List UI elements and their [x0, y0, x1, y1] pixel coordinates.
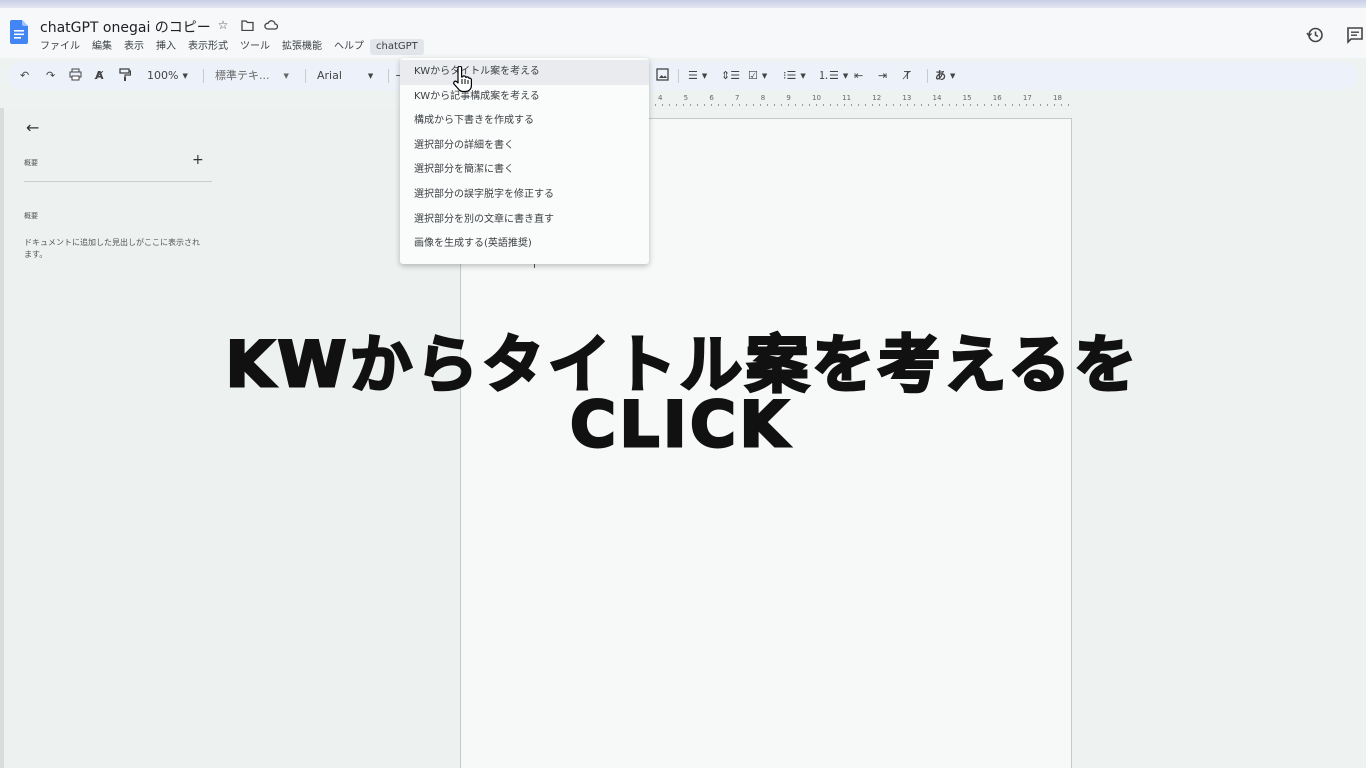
back-arrow-icon[interactable]: ←	[26, 118, 39, 137]
chevron-down-icon: ▼	[283, 72, 289, 80]
toolbar-divider	[203, 69, 204, 83]
decrease-indent-icon[interactable]: ⇤	[854, 68, 863, 84]
outline-summary-heading: 概要	[24, 159, 38, 167]
font-select[interactable]: Arial ▼	[317, 68, 373, 84]
ruler-number: 13	[902, 94, 912, 102]
style-value: 標準テキ...	[215, 69, 270, 82]
chevron-down-icon: ▼	[367, 72, 374, 80]
menu-extensions[interactable]: 拡張機能	[276, 39, 328, 55]
ruler-number: 18	[1053, 94, 1062, 102]
numbered-list-icon[interactable]: ⒈☰ ▼	[818, 68, 848, 84]
print-icon[interactable]	[69, 68, 82, 86]
chevron-down-icon: ▼	[182, 72, 188, 80]
undo-icon[interactable]: ↶	[20, 68, 29, 84]
outline-heading: 概要	[24, 212, 38, 220]
ruler-number: 16	[992, 94, 1002, 102]
ruler-number: 14	[932, 94, 942, 102]
menu-item-fix-typos[interactable]: 選択部分の誤字脱字を修正する	[400, 183, 649, 208]
document-title[interactable]: chatGPT onegai のコピー	[40, 17, 211, 37]
toolbar: ↶ ↷ A̸ 100%▼ 標準テキ...▼ Arial▼ − ☰▼ ⇕☰ ☑▼ …	[8, 62, 1358, 90]
add-summary-icon[interactable]: +	[192, 152, 204, 168]
ruler-number: 11	[842, 94, 852, 102]
menu-item-summarize-selection[interactable]: 選択部分を簡潔に書く	[400, 158, 649, 183]
menu-bar: ファイル 編集 表示 挿入 表示形式 ツール 拡張機能 ヘルプ chatGPT	[34, 39, 424, 55]
chevron-down-icon: ▼	[950, 72, 956, 80]
ruler-number: 9	[786, 94, 791, 102]
chevron-down-icon: ▼	[761, 72, 768, 80]
style-select[interactable]: 標準テキ... ▼	[215, 68, 289, 84]
menu-item-kw-article-outline[interactable]: KWから記事構成案を考える	[400, 85, 649, 110]
paint-format-icon[interactable]	[119, 68, 132, 87]
ruler-number: 6	[709, 94, 714, 102]
ruler-number: 17	[1022, 94, 1032, 102]
spellcheck-icon[interactable]: A̸	[95, 68, 104, 84]
comments-icon[interactable]	[1346, 26, 1364, 48]
chatgpt-menu-dropdown: KWからタイトル案を考える KWから記事構成案を考える 構成から下書きを作成する…	[400, 58, 649, 264]
menu-tools[interactable]: ツール	[234, 39, 276, 55]
checklist-icon[interactable]: ☑ ▼	[748, 68, 767, 84]
zoom-select[interactable]: 100% ▼	[147, 68, 188, 84]
ruler-number: 12	[872, 94, 882, 102]
toolbar-divider	[927, 69, 928, 83]
menu-edit[interactable]: 編集	[86, 39, 118, 55]
menu-item-generate-image[interactable]: 画像を生成する(英語推奨)	[400, 232, 649, 257]
ruler-number: 10	[812, 94, 821, 102]
toolbar-divider	[678, 69, 679, 83]
bulleted-list-icon[interactable]: ⁝☰ ▼	[783, 68, 806, 84]
font-value: Arial	[317, 69, 342, 82]
version-history-icon[interactable]	[1306, 26, 1324, 48]
ruler-number: 4	[658, 94, 663, 102]
toolbar-divider	[388, 69, 389, 83]
ruler-number: 15	[962, 94, 972, 102]
redo-icon[interactable]: ↷	[46, 68, 55, 84]
outline-empty-description: ドキュメントに追加した見出しがここに表示されます。	[24, 238, 200, 259]
menu-view[interactable]: 表示	[118, 39, 150, 55]
menu-item-expand-selection[interactable]: 選択部分の詳細を書く	[400, 134, 649, 159]
window-top-strip	[0, 0, 1366, 8]
google-docs-icon[interactable]	[10, 20, 28, 44]
menu-insert[interactable]: 挿入	[150, 39, 182, 55]
ruler-number: 5	[683, 94, 689, 102]
align-icon[interactable]: ☰ ▼	[688, 68, 707, 84]
divider	[24, 181, 212, 182]
ruler-ticks	[648, 104, 1072, 106]
input-tools-icon[interactable]: あ ▼	[935, 68, 955, 84]
star-icon[interactable]: ☆	[216, 18, 230, 32]
menu-chatgpt[interactable]: chatGPT	[370, 39, 424, 55]
menu-item-rewrite-selection[interactable]: 選択部分を別の文章に書き直す	[400, 208, 649, 233]
toolbar-divider	[305, 69, 306, 83]
move-folder-icon[interactable]	[240, 18, 254, 32]
menu-item-kw-title-ideas[interactable]: KWからタイトル案を考える	[400, 60, 649, 85]
ruler-number: 8	[760, 94, 766, 102]
increase-indent-icon[interactable]: ⇥	[878, 68, 887, 84]
insert-image-icon[interactable]	[656, 68, 669, 86]
chevron-down-icon: ▼	[842, 72, 849, 80]
docs-header: chatGPT onegai のコピー ☆ ファイル 編集 表示 挿入 表示形式…	[0, 8, 1366, 58]
zoom-value: 100%	[147, 69, 179, 82]
menu-file[interactable]: ファイル	[34, 39, 86, 55]
menu-item-draft-from-outline[interactable]: 構成から下書きを作成する	[400, 109, 649, 134]
menu-format[interactable]: 表示形式	[182, 39, 234, 55]
hand-pointer-icon	[453, 66, 472, 92]
chevron-down-icon: ▼	[701, 72, 708, 80]
clear-formatting-icon[interactable]: T̸	[904, 68, 911, 84]
cloud-status-icon[interactable]	[264, 18, 278, 32]
caption-line-2: CLICK	[569, 387, 792, 463]
ruler-number: 7	[735, 94, 740, 102]
menu-help[interactable]: ヘルプ	[328, 39, 370, 55]
chevron-down-icon: ▼	[800, 72, 806, 80]
line-spacing-icon[interactable]: ⇕☰	[721, 68, 740, 84]
